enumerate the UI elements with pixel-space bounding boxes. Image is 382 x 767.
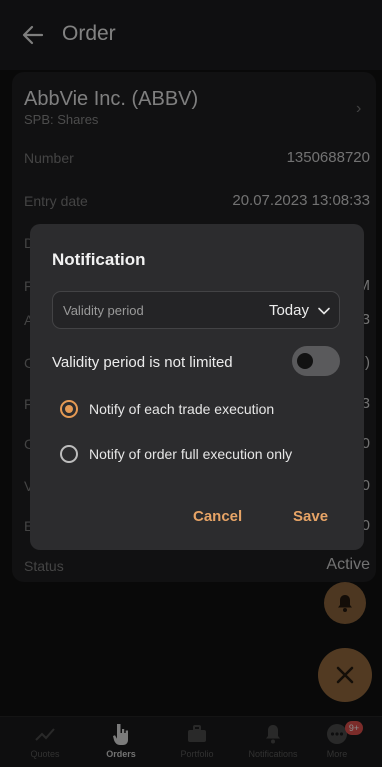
cancel-button[interactable]: Cancel bbox=[193, 508, 242, 525]
chevron-down-icon bbox=[318, 307, 330, 315]
notification-dialog: Notification Validity period Today Valid… bbox=[30, 224, 364, 550]
unlimited-validity-toggle[interactable] bbox=[292, 346, 340, 376]
save-button[interactable]: Save bbox=[293, 508, 328, 525]
radio-label: Notify of order full execution only bbox=[89, 446, 293, 462]
toggle-knob bbox=[297, 353, 313, 369]
unlimited-validity-label: Validity period is not limited bbox=[52, 354, 233, 371]
validity-period-value: Today bbox=[268, 302, 309, 319]
radio-label: Notify of each trade execution bbox=[89, 401, 275, 417]
radio-each-trade[interactable]: Notify of each trade execution bbox=[60, 400, 274, 418]
validity-period-label: Validity period bbox=[63, 303, 144, 318]
dialog-title: Notification bbox=[52, 250, 146, 269]
validity-period-select[interactable]: Validity period Today bbox=[52, 291, 340, 329]
radio-button-selected[interactable] bbox=[60, 400, 78, 418]
radio-button[interactable] bbox=[60, 445, 78, 463]
radio-full-execution[interactable]: Notify of order full execution only bbox=[60, 445, 292, 463]
